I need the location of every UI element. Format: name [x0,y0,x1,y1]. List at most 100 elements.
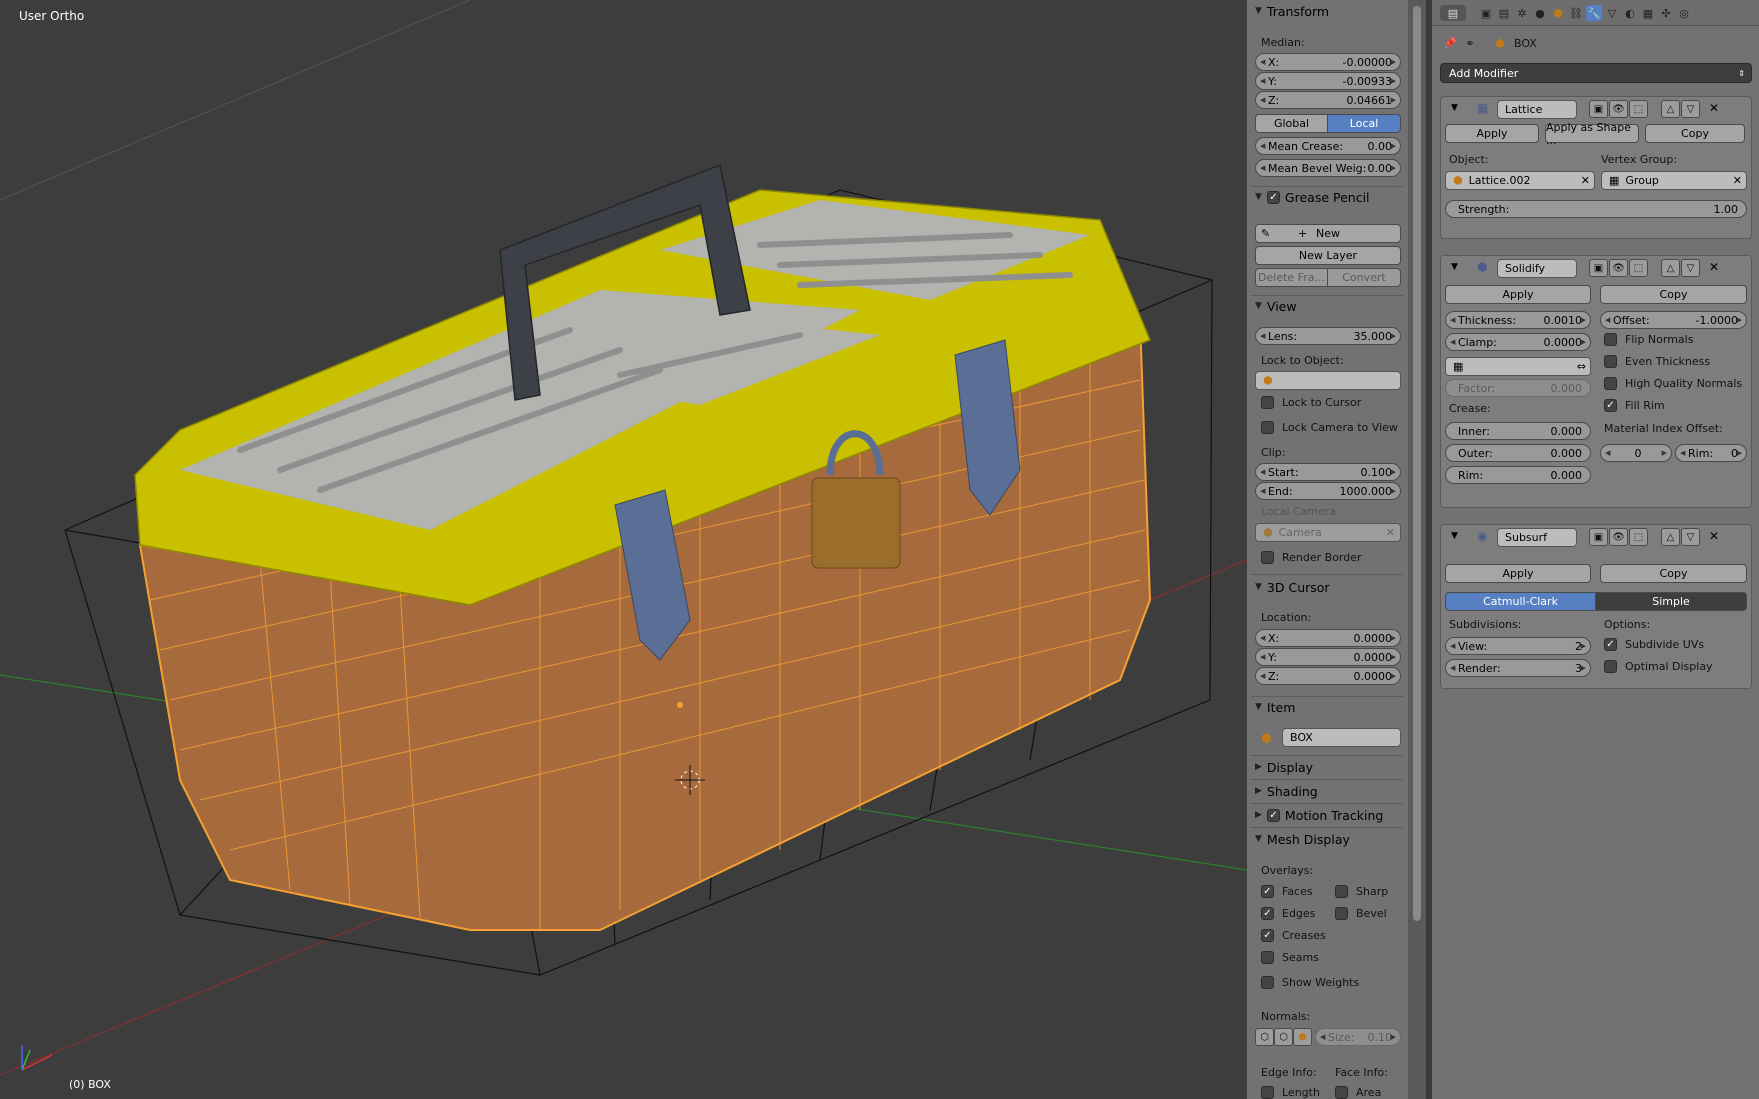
offset-field[interactable]: ◀ Offset: -1.0000 ▶ [1600,311,1747,329]
bevel-checkbox[interactable]: Bevel [1335,907,1387,920]
material-offset-field[interactable]: ◀ 0 ▶ [1600,444,1672,462]
viewport-visibility-eye-icon[interactable]: 👁 [1609,528,1628,546]
viewport-visibility-eye-icon[interactable]: 👁 [1609,100,1628,118]
move-down-icon[interactable]: ▽ [1681,528,1700,546]
clamp-field[interactable]: ◀ Clamp: 0.0000 ▶ [1445,333,1591,351]
collapse-triangle-icon[interactable]: ▼ [1451,531,1458,541]
n-panel-scrollbar[interactable] [1408,0,1426,1099]
lens-field[interactable]: ◀ Lens: 35.000 ▶ [1255,327,1401,345]
move-down-icon[interactable]: ▽ [1681,259,1700,277]
sharp-checkbox[interactable]: Sharp [1335,885,1388,898]
show-weights-checkbox[interactable]: Show Weights [1261,976,1359,989]
creases-checkbox[interactable]: ✓ Creases [1261,929,1326,942]
seams-checkbox[interactable]: Seams [1261,951,1319,964]
lattice-strength-field[interactable]: Strength: 1.00 [1445,200,1747,218]
new-layer-button[interactable]: New Layer [1255,246,1401,265]
3d-cursor-panel-header[interactable]: ▼ 3D Cursor [1247,576,1408,598]
modifiers-wrench-icon[interactable]: 🔧 [1586,5,1602,21]
grease-pencil-enable-checkbox[interactable]: ✓ [1266,190,1280,204]
optimal-display-checkbox[interactable]: Optimal Display [1604,660,1713,673]
simple-toggle[interactable]: Simple [1595,592,1747,611]
view-levels-field[interactable]: ◀ View: 2 ▶ [1445,637,1591,655]
add-modifier-dropdown[interactable]: Add Modifier ⇕ [1440,63,1752,83]
remove-modifier-close-icon[interactable]: ✕ [1709,529,1719,543]
remove-modifier-close-icon[interactable]: ✕ [1709,260,1719,274]
lock-to-cursor-checkbox[interactable]: Lock to Cursor [1261,396,1361,409]
particles-icon[interactable]: ✣ [1658,5,1674,21]
local-camera-field[interactable]: ⬢ Camera ✕ [1255,523,1401,542]
cursor-x-field[interactable]: ◀ X: 0.0000 ▶ [1255,629,1401,647]
convert-button[interactable]: Convert [1327,268,1401,287]
area-checkbox[interactable]: Area [1335,1086,1381,1099]
data-icon[interactable]: ▽ [1604,5,1620,21]
solidify-vertex-group-field[interactable]: ▦ ⇔ [1445,357,1591,376]
shading-panel-header[interactable]: ▶ Shading [1247,780,1408,802]
texture-icon[interactable]: ▦ [1640,5,1656,21]
median-z-field[interactable]: ◀ Z: 0.04661 ▶ [1255,91,1401,109]
move-up-icon[interactable]: △ [1661,100,1680,118]
clear-x-icon[interactable]: ✕ [1733,174,1742,187]
render-toggle-icon[interactable]: ▣ [1589,259,1608,277]
vertex-group-field[interactable]: ▦ Group ✕ [1601,171,1747,190]
pin-icon[interactable]: 📌 [1442,35,1458,51]
item-name-field[interactable]: BOX [1282,728,1401,747]
move-up-icon[interactable]: △ [1661,528,1680,546]
transform-panel-header[interactable]: ▼ Transform [1247,0,1408,22]
lock-object-field[interactable]: ⬢ [1255,371,1401,390]
lattice-apply-shape-button[interactable]: Apply as Shape ... [1545,121,1639,147]
render-toggle-icon[interactable]: ▣ [1589,528,1608,546]
high-quality-normals-checkbox[interactable]: High Quality Normals [1604,377,1742,390]
object-icon[interactable]: ⬢ [1550,5,1566,21]
delete-frame-button[interactable]: Delete Fra... [1255,268,1328,287]
subsurf-apply-button[interactable]: Apply [1445,564,1591,583]
factor-field[interactable]: Factor: 0.000 [1445,379,1591,397]
collapse-triangle-icon[interactable]: ▼ [1451,262,1458,272]
lattice-apply-button[interactable]: Apply [1445,124,1539,143]
mean-bevel-field[interactable]: ◀ Mean Bevel Weig: 0.00 ▶ [1255,159,1401,177]
view-panel-header[interactable]: ▼ View [1247,295,1408,317]
edges-checkbox[interactable]: ✓ Edges [1261,907,1315,920]
collapse-triangle-icon[interactable]: ▼ [1451,103,1458,113]
material-icon[interactable]: ◐ [1622,5,1638,21]
subsurf-copy-button[interactable]: Copy [1600,564,1747,583]
item-panel-header[interactable]: ▼ Item [1247,696,1408,718]
clear-x-icon[interactable]: ✕ [1386,526,1395,539]
fill-rim-checkbox[interactable]: ✓ Fill Rim [1604,399,1665,412]
render-layers-icon[interactable]: ▤ [1496,5,1512,21]
editor-type-icon[interactable]: ▤ [1440,5,1466,21]
mean-crease-field[interactable]: ◀ Mean Crease: 0.00 ▶ [1255,137,1401,155]
solidify-apply-button[interactable]: Apply [1445,285,1591,304]
cursor-z-field[interactable]: ◀ Z: 0.0000 ▶ [1255,667,1401,685]
clip-start-field[interactable]: ◀ Start: 0.100 ▶ [1255,463,1401,481]
split-normals-icon[interactable]: ⬡ [1274,1028,1293,1046]
subsurf-name-field[interactable]: Subsurf [1497,528,1577,547]
editmode-toggle-icon[interactable]: ⬚ [1629,100,1648,118]
editmode-toggle-icon[interactable]: ⬚ [1629,259,1648,277]
editmode-toggle-icon[interactable]: ⬚ [1629,528,1648,546]
flip-normals-checkbox[interactable]: Flip Normals [1604,333,1693,346]
lock-camera-to-view-checkbox[interactable]: Lock Camera to View [1261,421,1398,434]
subdivide-uvs-checkbox[interactable]: ✓ Subdivide UVs [1604,638,1704,651]
invert-arrows-icon[interactable]: ⇔ [1577,360,1586,373]
motion-tracking-panel-header[interactable]: ▶ ✓ Motion Tracking [1247,804,1408,826]
lattice-name-field[interactable]: Lattice [1497,100,1577,119]
catmull-clark-toggle[interactable]: Catmull-Clark [1445,592,1596,611]
scene-icon[interactable]: ✲ [1514,5,1530,21]
physics-icon[interactable]: ◎ [1676,5,1692,21]
mesh-display-panel-header[interactable]: ▼ Mesh Display [1247,828,1408,850]
solidify-copy-button[interactable]: Copy [1600,285,1747,304]
length-checkbox[interactable]: Length [1261,1086,1320,1099]
solidify-name-field[interactable]: Solidify [1497,259,1577,278]
remove-modifier-close-icon[interactable]: ✕ [1709,101,1719,115]
median-y-field[interactable]: ◀ Y: -0.00933 ▶ [1255,72,1401,90]
3d-viewport[interactable]: User Ortho (0) BOX [0,0,1247,1099]
render-border-checkbox[interactable]: Render Border [1261,551,1362,564]
new-grease-pencil-button[interactable]: ✎ + New [1255,224,1401,243]
clear-x-icon[interactable]: ✕ [1581,174,1590,187]
constraints-icon[interactable]: ⛓ [1568,5,1584,21]
lattice-copy-button[interactable]: Copy [1645,124,1745,143]
render-levels-field[interactable]: ◀ Render: 3 ▶ [1445,659,1591,677]
normals-size-field[interactable]: ◀ Size: 0.10 ▶ [1315,1028,1401,1046]
viewport-visibility-eye-icon[interactable]: 👁 [1609,259,1628,277]
motion-tracking-checkbox[interactable]: ✓ [1266,808,1280,822]
